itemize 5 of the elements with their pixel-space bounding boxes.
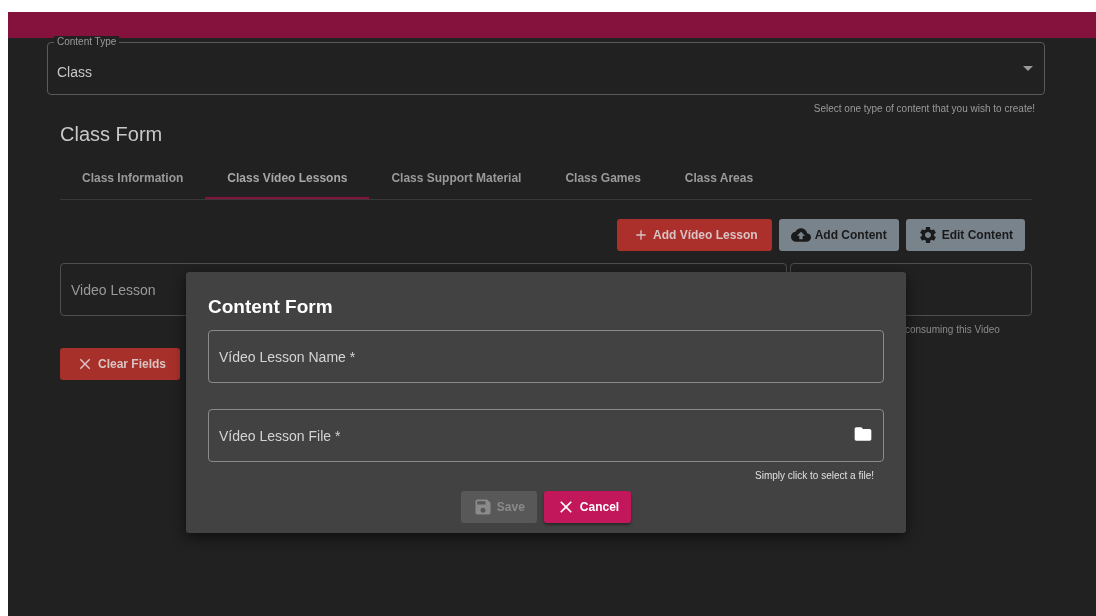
helper-text: Select one type of content that you wish to create! (812, 103, 1035, 114)
helper-text: Simply click to select a file! (754, 470, 875, 481)
dialog-title: Content Form (208, 296, 334, 318)
form-title: Class Form (60, 123, 164, 146)
helper-text: consuming this Video (905, 324, 1001, 335)
